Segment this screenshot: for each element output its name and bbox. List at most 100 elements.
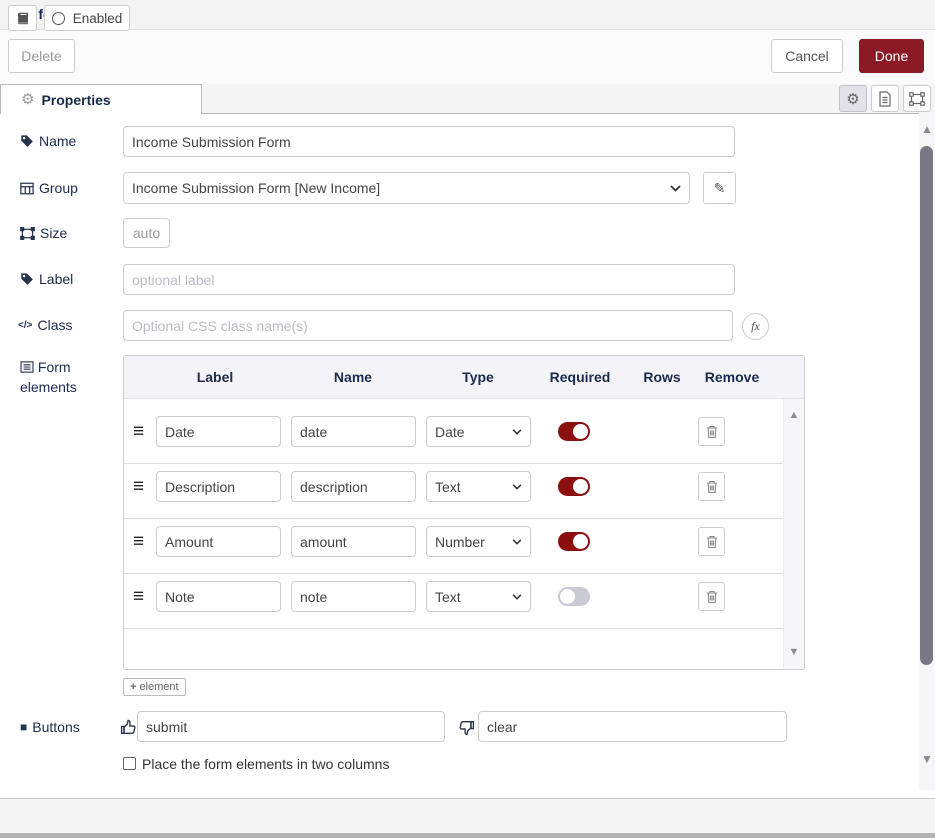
table-scrollbar[interactable]: ▲ ▼ — [783, 399, 804, 670]
class-input[interactable] — [123, 310, 733, 341]
node-help-button[interactable] — [8, 5, 37, 31]
chevron-down-icon — [512, 539, 522, 545]
label-input[interactable] — [123, 264, 735, 295]
plus-icon: + — [130, 681, 136, 693]
element-type-select[interactable]: Text — [426, 471, 531, 502]
edit-group-button[interactable]: ✎ — [703, 172, 736, 204]
enabled-toggle-button[interactable]: Enabled — [44, 5, 130, 31]
scroll-down-icon[interactable]: ▼ — [919, 753, 935, 765]
row-divider — [124, 628, 784, 629]
element-name-input[interactable] — [291, 581, 416, 612]
remove-row-button[interactable] — [698, 472, 725, 501]
drag-handle-icon[interactable]: ≡ — [133, 477, 144, 496]
clear-button-label-input[interactable] — [478, 711, 787, 742]
properties-tab-button[interactable]: ⚙ — [839, 85, 867, 112]
label-field-label: Label — [20, 271, 73, 287]
col-type: Type — [462, 369, 494, 385]
required-toggle[interactable] — [558, 587, 590, 606]
chevron-down-icon — [512, 484, 522, 490]
col-remove: Remove — [705, 369, 759, 385]
element-label-input[interactable] — [156, 581, 281, 612]
add-element-button[interactable]: + element — [123, 678, 186, 696]
tag-icon — [20, 272, 34, 286]
enabled-label: Enabled — [73, 11, 123, 26]
trash-icon — [706, 535, 718, 549]
drag-handle-icon[interactable]: ≡ — [133, 587, 144, 606]
group-select-value: Income Submission Form [New Income] — [132, 180, 380, 196]
size-field-label: Size — [20, 225, 67, 241]
group-field-label: Group — [20, 180, 78, 196]
element-name-input[interactable] — [291, 471, 416, 502]
form-elements-field-label: Form elements — [20, 357, 115, 397]
two-columns-checkbox[interactable] — [123, 757, 136, 770]
remove-row-button[interactable] — [698, 582, 725, 611]
page-scrollbar[interactable]: ▲ ▼ — [919, 113, 935, 790]
group-select[interactable]: Income Submission Form [New Income] — [123, 172, 690, 204]
required-toggle[interactable] — [558, 422, 590, 441]
col-rows: Rows — [643, 369, 680, 385]
row-divider — [124, 463, 784, 464]
scrollbar-thumb[interactable] — [920, 146, 933, 665]
name-input[interactable] — [123, 126, 735, 157]
row-divider — [124, 518, 784, 519]
dialog-footer — [0, 798, 935, 833]
remove-row-button[interactable] — [698, 527, 725, 556]
chevron-down-icon — [512, 429, 522, 435]
square-icon: ■ — [20, 721, 27, 733]
element-type-select[interactable]: Text — [426, 581, 531, 612]
tag-icon — [20, 134, 34, 148]
book-icon — [16, 12, 30, 25]
canvas-edge — [0, 833, 935, 838]
element-name-input[interactable] — [291, 416, 416, 447]
row-divider — [124, 573, 784, 574]
required-toggle[interactable] — [558, 532, 590, 551]
element-type-select[interactable]: Number — [426, 526, 531, 557]
table-header: Label Name Type Required Rows Remove — [124, 356, 804, 399]
trash-icon — [706, 425, 718, 439]
appearance-tab-button[interactable] — [903, 85, 931, 112]
element-type-select[interactable]: Date — [426, 416, 531, 447]
table-icon — [20, 182, 34, 195]
size-icon — [20, 227, 35, 240]
remove-row-button[interactable] — [698, 417, 725, 446]
code-icon: </> — [18, 320, 32, 331]
list-icon — [20, 361, 34, 373]
form-elements-table: Label Name Type Required Rows Remove ≡ D… — [123, 355, 805, 670]
scroll-up-icon[interactable]: ▲ — [919, 123, 935, 135]
element-name-input[interactable] — [291, 526, 416, 557]
element-label-input[interactable] — [156, 471, 281, 502]
required-toggle[interactable] — [558, 477, 590, 496]
element-label-input[interactable] — [156, 416, 281, 447]
col-name: Name — [334, 369, 372, 385]
gear-icon: ⚙ — [21, 92, 34, 107]
drag-handle-icon[interactable]: ≡ — [133, 422, 144, 441]
chevron-down-icon — [670, 185, 681, 192]
tab-properties-label: Properties — [41, 92, 110, 108]
element-label-input[interactable] — [156, 526, 281, 557]
buttons-field-label: ■ Buttons — [20, 719, 80, 735]
col-label: Label — [197, 369, 234, 385]
thumbs-up-icon — [120, 719, 137, 736]
size-auto-button[interactable]: auto — [123, 218, 170, 248]
scroll-up-icon[interactable]: ▲ — [784, 410, 804, 421]
circle-icon — [52, 12, 65, 25]
trash-icon — [706, 590, 718, 604]
done-button[interactable]: Done — [859, 39, 924, 73]
fx-icon: fx — [751, 319, 760, 334]
scroll-down-icon[interactable]: ▼ — [784, 647, 804, 658]
gear-icon: ⚙ — [846, 90, 859, 108]
expression-button[interactable]: fx — [742, 313, 769, 340]
drag-handle-icon[interactable]: ≡ — [133, 532, 144, 551]
submit-button-label-input[interactable] — [137, 711, 445, 742]
description-tab-button[interactable] — [871, 85, 899, 112]
frame-icon — [909, 92, 925, 106]
chevron-down-icon — [512, 594, 522, 600]
tab-properties[interactable]: ⚙ Properties — [0, 84, 202, 114]
thumbs-down-icon — [458, 719, 475, 736]
cancel-button[interactable]: Cancel — [771, 39, 843, 73]
col-required: Required — [550, 369, 611, 385]
name-field-label: Name — [20, 133, 76, 149]
document-icon — [878, 91, 892, 107]
trash-icon — [706, 480, 718, 494]
delete-button[interactable]: Delete — [8, 39, 75, 73]
